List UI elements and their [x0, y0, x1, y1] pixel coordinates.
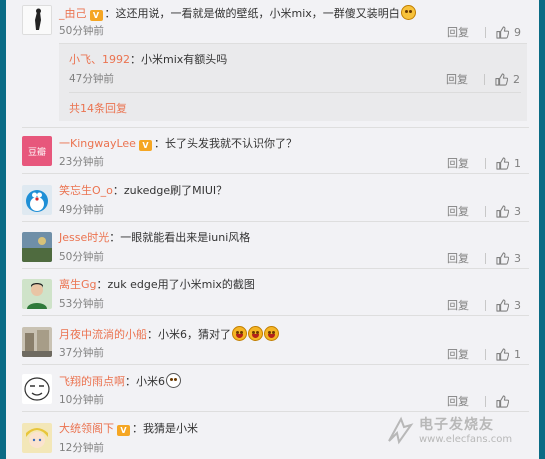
- comment-text: ：一眼就能看出来是iuni风格: [109, 231, 251, 244]
- reply-username[interactable]: 小飞、1992: [69, 53, 130, 66]
- action-separator: [485, 26, 486, 38]
- action-separator: [485, 348, 486, 360]
- thumbs-up-icon: [496, 251, 509, 265]
- svg-text:豆瓣: 豆瓣: [28, 147, 46, 158]
- divider: [22, 173, 529, 174]
- divider: [22, 364, 529, 365]
- avatar[interactable]: [22, 232, 52, 262]
- thumbs-up-icon: [496, 298, 509, 312]
- username[interactable]: 离生Gg: [59, 278, 97, 291]
- like-button[interactable]: 2: [495, 73, 521, 86]
- reply-button[interactable]: 回复: [447, 297, 483, 313]
- thumbs-up-icon: [496, 25, 509, 39]
- username[interactable]: Jesse时光: [59, 231, 109, 244]
- comment-text: ：小米6，猜对了: [147, 328, 231, 341]
- like-count: 1: [514, 156, 521, 170]
- divider: [69, 92, 521, 93]
- view-all-replies-link[interactable]: 共14条回复: [69, 100, 127, 116]
- like-button[interactable]: 9: [496, 26, 522, 39]
- thumbs-up-icon: [496, 347, 509, 361]
- timestamp: 50分钟前: [59, 25, 104, 37]
- action-separator: [484, 73, 485, 85]
- timestamp: 49分钟前: [59, 204, 104, 216]
- action-separator: [485, 252, 486, 264]
- avatar[interactable]: [22, 374, 52, 404]
- avatar[interactable]: [22, 185, 52, 215]
- watermark: 电子发烧友 www.elecfans.com: [385, 411, 525, 451]
- avatar[interactable]: 豆瓣: [22, 136, 52, 166]
- comment-text: ：小米6: [125, 375, 165, 388]
- action-separator: [485, 299, 486, 311]
- like-button[interactable]: 3: [496, 205, 522, 218]
- laugh-emoji-icon: [264, 326, 279, 341]
- username[interactable]: 月夜中流淌的小船: [59, 328, 147, 341]
- laugh-emoji-icon: [232, 326, 247, 341]
- like-button[interactable]: 1: [496, 348, 522, 361]
- action-separator: [485, 395, 486, 407]
- timestamp: 53分钟前: [59, 298, 104, 310]
- avatar[interactable]: [22, 327, 52, 357]
- timestamp: 12分钟前: [59, 442, 104, 454]
- vip-badge-icon: [117, 425, 130, 436]
- dog-emoji-icon: [166, 373, 181, 388]
- like-count: 3: [514, 298, 521, 312]
- reply-button[interactable]: 回复: [447, 393, 483, 409]
- action-separator: [485, 205, 486, 217]
- comment-text: ：zuk edge用了小米mix的截图: [96, 278, 255, 291]
- timestamp: 50分钟前: [59, 251, 104, 263]
- reply-timestamp: 47分钟前: [69, 73, 114, 85]
- username[interactable]: _由己: [59, 7, 87, 20]
- divider: [22, 221, 529, 222]
- like-count: 2: [513, 72, 520, 86]
- laugh-emoji-icon: [248, 326, 263, 341]
- reply-button[interactable]: 回复: [447, 346, 483, 362]
- reply-text: ：小米mix有额头吗: [130, 53, 228, 66]
- comment-text: ：长了头发我就不认识你了？: [153, 137, 297, 150]
- watermark-url: www.elecfans.com: [419, 434, 513, 445]
- username[interactable]: 笑忘生O_o: [59, 184, 113, 197]
- username[interactable]: 大统领阁下: [59, 422, 114, 435]
- like-button[interactable]: 3: [496, 252, 522, 265]
- thumbs-up-icon: [496, 394, 509, 408]
- like-count: 1: [514, 347, 521, 361]
- thumbs-up-icon: [496, 156, 509, 170]
- reply-button[interactable]: 回复: [447, 24, 483, 40]
- watermark-title: 电子发烧友: [419, 417, 494, 433]
- like-button[interactable]: 1: [496, 157, 522, 170]
- comment-list: _由己 ：这还用说，一看就是做的壁纸，小米mix，一群傻又装明白 50分钟前 回复…: [6, 0, 539, 459]
- reply-thread: 小飞、1992：小米mix有额头吗 47分钟前 回复 2 共14条回复: [59, 43, 527, 121]
- avatar[interactable]: [22, 279, 52, 309]
- thumbs-up-icon: [495, 72, 508, 86]
- like-count: 3: [514, 251, 521, 265]
- elecfans-logo-icon: [388, 416, 414, 445]
- reply-button[interactable]: 回复: [447, 155, 483, 171]
- avatar[interactable]: [22, 5, 52, 35]
- reply-button[interactable]: 回复: [446, 71, 482, 87]
- divider: [22, 127, 529, 128]
- vip-badge-icon: [138, 140, 152, 151]
- username[interactable]: 飞翔的雨点啊: [59, 375, 125, 388]
- comment-text: ：这还用说，一看就是做的壁纸，小米mix，一群傻又装明白: [104, 7, 400, 20]
- divider: [22, 315, 529, 316]
- divider: [22, 268, 529, 269]
- like-button[interactable]: [496, 394, 522, 408]
- like-count: 9: [514, 25, 521, 39]
- timestamp: 10分钟前: [59, 394, 104, 406]
- username[interactable]: 一KingwayLee: [59, 137, 136, 150]
- reply-button[interactable]: 回复: [447, 250, 483, 266]
- vip-badge-icon: [89, 10, 103, 21]
- avatar[interactable]: [22, 423, 52, 453]
- like-button[interactable]: 3: [496, 299, 522, 312]
- reply-button[interactable]: 回复: [447, 203, 483, 219]
- action-separator: [485, 157, 486, 169]
- like-count: 3: [514, 204, 521, 218]
- timestamp: 23分钟前: [59, 156, 104, 168]
- thumbs-up-icon: [496, 204, 509, 218]
- smile-emoji-icon: [400, 5, 416, 20]
- timestamp: 37分钟前: [59, 347, 104, 359]
- comment-text: ：我猜是小米: [132, 422, 198, 435]
- comment-text: ：zukedge刷了MIUI？: [112, 184, 228, 197]
